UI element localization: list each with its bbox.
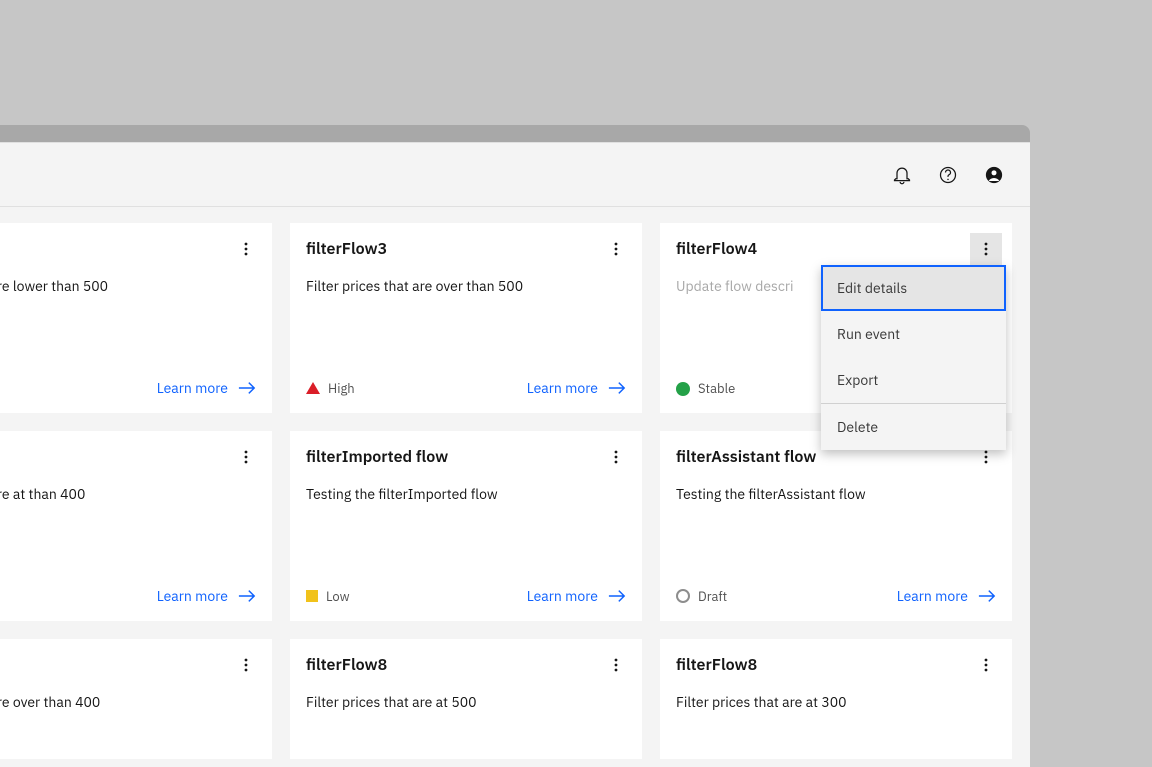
card-title: filterAssistant flow <box>676 447 816 468</box>
user-avatar-icon[interactable] <box>974 155 1014 195</box>
card-menu-button[interactable] <box>230 441 262 473</box>
app-shell: w2 ces that are lower than 500 Learn mor… <box>0 142 1030 767</box>
card-description: Filter prices that are at 500 <box>306 693 626 713</box>
card-menu-button[interactable] <box>230 649 262 681</box>
status-label: Low <box>326 588 350 605</box>
learn-more-link[interactable]: Learn more <box>527 587 626 605</box>
flow-card: w6 ces that are at than 400 Learn more <box>0 431 272 621</box>
card-menu-button[interactable] <box>970 649 1002 681</box>
card-menu-button[interactable] <box>600 441 632 473</box>
arrow-right-icon <box>608 381 626 395</box>
card-description: Testing the filterAssistant flow <box>676 485 996 505</box>
menu-item-run-event[interactable]: Run event <box>821 311 1006 357</box>
card-description: ces that are lower than 500 <box>0 277 256 297</box>
menu-item-edit-details[interactable]: Edit details <box>821 265 1006 311</box>
status-badge: Draft <box>676 588 727 605</box>
status-badge: High <box>306 380 355 397</box>
notification-icon[interactable] <box>882 155 922 195</box>
card-description: ces that are at than 400 <box>0 485 256 505</box>
status-label: Stable <box>698 380 735 397</box>
card-description: Testing the filterImported flow <box>306 485 626 505</box>
menu-item-export[interactable]: Export <box>821 357 1006 403</box>
card-title: filterImported flow <box>306 447 448 468</box>
status-low-icon <box>306 590 318 602</box>
menu-item-label: Delete <box>837 418 878 436</box>
arrow-right-icon <box>238 589 256 603</box>
flow-card: filterImported flow Testing the filterIm… <box>290 431 642 621</box>
flow-card-grid: w2 ces that are lower than 500 Learn mor… <box>0 223 1012 759</box>
card-menu-button[interactable] <box>600 649 632 681</box>
card-title: filterFlow8 <box>676 655 757 676</box>
help-icon[interactable] <box>928 155 968 195</box>
flow-card: filterFlow4 Update flow descri Stable Ed… <box>660 223 1012 413</box>
status-draft-icon <box>676 589 690 603</box>
card-title: filterFlow3 <box>306 239 387 260</box>
overflow-menu: Edit details Run event Export Delete <box>821 265 1006 450</box>
card-menu-button[interactable] <box>230 233 262 265</box>
menu-item-label: Edit details <box>837 279 907 297</box>
learn-more-label: Learn more <box>527 587 598 605</box>
learn-more-link[interactable]: Learn more <box>157 587 256 605</box>
status-badge: Low <box>306 588 350 605</box>
learn-more-link[interactable]: Learn more <box>157 379 256 397</box>
menu-item-delete[interactable]: Delete <box>821 404 1006 450</box>
flow-card: filterAssistant flow Testing the filterA… <box>660 431 1012 621</box>
card-title: filterFlow4 <box>676 239 757 260</box>
arrow-right-icon <box>608 589 626 603</box>
learn-more-link[interactable]: Learn more <box>527 379 626 397</box>
learn-more-label: Learn more <box>897 587 968 605</box>
status-label: High <box>328 380 355 397</box>
window-titlebar <box>0 125 1030 142</box>
arrow-right-icon <box>978 589 996 603</box>
card-description: Filter prices that are at 300 <box>676 693 996 713</box>
learn-more-link[interactable]: Learn more <box>897 587 996 605</box>
card-description: Filter prices that are over than 500 <box>306 277 626 297</box>
status-high-icon <box>306 382 320 394</box>
learn-more-label: Learn more <box>157 379 228 397</box>
menu-item-label: Export <box>837 371 878 389</box>
learn-more-label: Learn more <box>157 587 228 605</box>
status-stable-icon <box>676 382 690 396</box>
flow-card: filterFlow8 Filter prices that are at 30… <box>660 639 1012 759</box>
status-label: Draft <box>698 588 727 605</box>
card-title: filterFlow8 <box>306 655 387 676</box>
flow-card: filterFlow3 Filter prices that are over … <box>290 223 642 413</box>
app-header <box>0 143 1030 207</box>
flow-card: w2 ces that are lower than 500 Learn mor… <box>0 223 272 413</box>
flow-card: filterFlow8 Filter prices that are at 50… <box>290 639 642 759</box>
status-badge: Stable <box>676 380 735 397</box>
flow-card: w8 ces that are over than 400 <box>0 639 272 759</box>
card-description: ces that are over than 400 <box>0 693 256 713</box>
card-menu-button[interactable] <box>970 233 1002 265</box>
arrow-right-icon <box>238 381 256 395</box>
menu-item-label: Run event <box>837 325 900 343</box>
learn-more-label: Learn more <box>527 379 598 397</box>
app-window: w2 ces that are lower than 500 Learn mor… <box>0 125 1030 767</box>
card-menu-button[interactable] <box>600 233 632 265</box>
